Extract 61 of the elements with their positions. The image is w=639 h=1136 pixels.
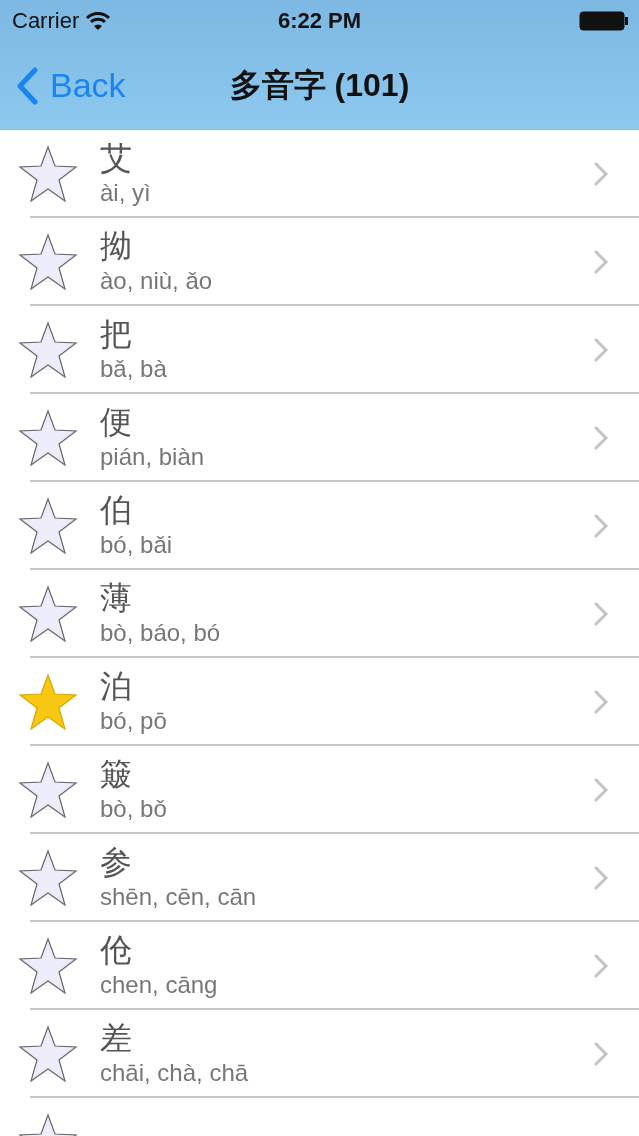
character-label: 伧 <box>100 931 132 970</box>
list-row[interactable]: 簸 bò, bǒ <box>0 746 639 834</box>
chevron-icon <box>593 249 609 275</box>
list-row[interactable]: 薄 bò, báo, bó <box>0 570 639 658</box>
chevron-icon <box>593 953 609 979</box>
carrier-label: Carrier <box>12 8 80 34</box>
star-icon[interactable] <box>18 849 78 907</box>
chevron-icon <box>593 1041 609 1067</box>
character-label: 把 <box>100 315 132 354</box>
star-icon[interactable] <box>18 673 78 731</box>
chevron-icon <box>593 513 609 539</box>
star-icon[interactable] <box>18 145 78 203</box>
pinyin-label: bò, bǒ <box>100 794 167 824</box>
chevron-icon <box>593 865 609 891</box>
star-icon[interactable] <box>18 321 78 379</box>
screen-title: 多音字 (101) <box>229 66 410 103</box>
pinyin-label: ào, niù, ǎo <box>100 266 213 296</box>
chevron-icon <box>593 689 609 715</box>
chevron-icon <box>16 66 38 105</box>
character-label: 伯 <box>100 491 132 530</box>
star-icon[interactable] <box>18 233 78 291</box>
star-icon[interactable] <box>18 761 78 819</box>
list-row[interactable]: 伧 chen, cāng <box>0 922 639 1010</box>
character-label: 泊 <box>100 667 132 706</box>
list-row[interactable]: 艾 ài, yì <box>0 130 639 218</box>
list-row[interactable]: 差 chāi, chà, chā <box>0 1010 639 1098</box>
character-label: 艾 <box>100 139 132 178</box>
character-label: 参 <box>100 843 132 882</box>
pinyin-label: bó, pō <box>100 706 167 736</box>
star-icon[interactable] <box>18 1025 78 1083</box>
list-row[interactable]: 参 shēn, cēn, cān <box>0 834 639 922</box>
pinyin-label: chen, cāng <box>100 970 218 1000</box>
pinyin-label: bǎ, bà <box>100 354 167 384</box>
character-label: 薄 <box>100 579 132 618</box>
pinyin-label: ài, yì <box>100 178 151 208</box>
star-icon[interactable] <box>18 497 78 555</box>
chevron-icon <box>593 425 609 451</box>
chevron-icon <box>593 337 609 363</box>
list-row[interactable]: 把 bǎ, bà <box>0 306 639 394</box>
chevron-icon <box>593 601 609 627</box>
character-label: 差 <box>100 1019 132 1058</box>
chevron-icon <box>593 161 609 187</box>
character-label: 便 <box>100 403 132 442</box>
star-icon[interactable] <box>18 937 78 995</box>
star-icon[interactable] <box>18 409 78 467</box>
character-label: 拗 <box>100 227 132 266</box>
pinyin-label: shēn, cēn, cān <box>100 882 257 912</box>
wifi-icon <box>85 11 112 31</box>
pinyin-label: bò, báo, bó <box>100 618 221 648</box>
list-row[interactable]: 便 pián, biàn <box>0 394 639 482</box>
star-icon[interactable] <box>18 585 78 643</box>
character-label: 簸 <box>100 755 132 794</box>
battery-icon <box>579 11 629 31</box>
chevron-icon <box>593 777 609 803</box>
pinyin-label: bó, bǎi <box>100 530 173 560</box>
list-row[interactable]: 泊 bó, pō <box>0 658 639 746</box>
pinyin-label: pián, biàn <box>100 442 205 472</box>
clock: 6:22 PM <box>277 8 362 33</box>
pinyin-label: chāi, chà, chā <box>100 1058 249 1088</box>
list-row[interactable]: 拗 ào, niù, ǎo <box>0 218 639 306</box>
list-row[interactable]: 伯 bó, bǎi <box>0 482 639 570</box>
